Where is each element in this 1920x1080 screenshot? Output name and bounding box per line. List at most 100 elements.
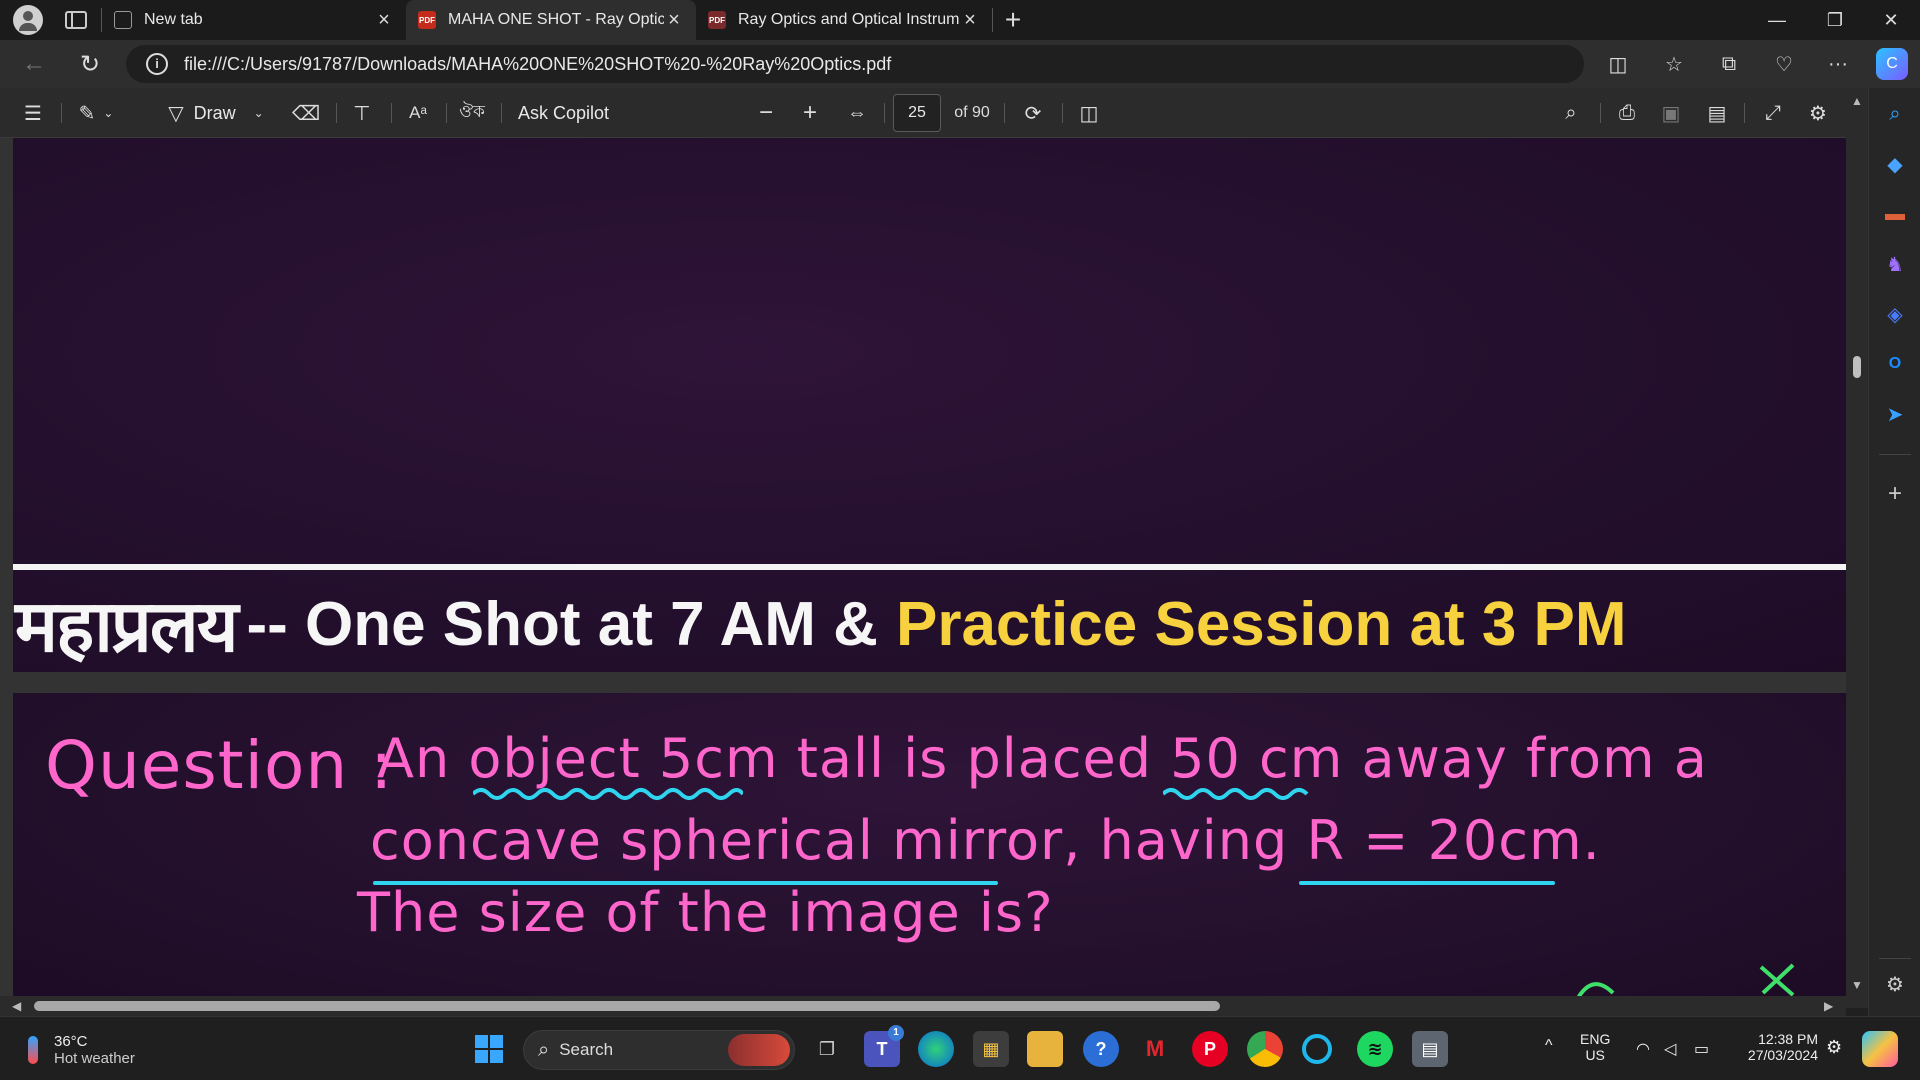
vertical-scroll-thumb[interactable]	[1853, 356, 1861, 378]
url-text[interactable]: file:///C:/Users/91787/Downloads/MAHA%20…	[184, 54, 891, 75]
edge-icon[interactable]	[918, 1031, 954, 1067]
refresh-icon[interactable]: ↻	[74, 48, 106, 80]
battery-icon[interactable]: ▭	[1694, 1039, 1709, 1059]
zoom-out-icon[interactable]: −	[752, 88, 780, 138]
zoom-in-icon[interactable]: +	[796, 88, 824, 138]
ask-copilot-button[interactable]: Ask Copilot	[518, 88, 618, 138]
sidebar-outlook-icon[interactable]: O	[1881, 350, 1909, 378]
favorites-icon[interactable]: ☆	[1658, 48, 1690, 80]
sidebar-games-icon[interactable]: ♞	[1881, 250, 1909, 278]
alexa-icon[interactable]	[1302, 1034, 1332, 1064]
scroll-right-arrow-icon[interactable]: ▶	[1824, 999, 1833, 1013]
profile-avatar[interactable]	[13, 5, 43, 35]
new-tab-button[interactable]: +	[993, 4, 1033, 36]
settings-gear-icon[interactable]: ⚙	[1803, 88, 1833, 138]
draw-button[interactable]: ▽ Draw ⌄	[156, 88, 276, 138]
taskbar-search[interactable]: ⌕ Search	[523, 1030, 795, 1070]
highlight-icon[interactable]: ✎ ⌄	[72, 88, 120, 138]
close-tab-icon[interactable]: ×	[960, 9, 980, 32]
wifi-icon[interactable]: ◠	[1636, 1039, 1650, 1059]
pdf-viewer[interactable]: महाप्रलय -- One Shot at 7 AM & Practice …	[0, 138, 1868, 1008]
close-window-button[interactable]: ✕	[1862, 0, 1920, 40]
teams-icon[interactable]: T 1	[864, 1025, 904, 1067]
clock[interactable]: 12:38 PM 27/03/2024	[1734, 1031, 1818, 1063]
question-line-2: concave spherical mirror, having R = 20c…	[370, 809, 1601, 872]
tab-title: MAHA ONE SHOT - Ray Optics.p	[448, 11, 664, 28]
tab-title: Ray Optics and Optical Instrumer	[738, 11, 960, 28]
pinterest-icon[interactable]: P	[1192, 1031, 1228, 1067]
volume-icon[interactable]: ◁	[1664, 1039, 1676, 1059]
search-icon[interactable]: ⌕	[1556, 88, 1586, 138]
vertical-scrollbar[interactable]: ▲ ▼	[1846, 88, 1868, 1008]
page-number-input[interactable]: 25	[893, 94, 941, 132]
edge-sidebar: ⌕ ◆ ▬ ♞ ◈ O ➤ + ⚙	[1868, 88, 1920, 1016]
horizontal-scrollbar[interactable]: ◀ ▶	[0, 996, 1846, 1016]
restore-button[interactable]: ❐	[1806, 0, 1864, 40]
sidebar-divider	[1879, 958, 1911, 959]
chrome-icon[interactable]	[1247, 1031, 1283, 1067]
tab-ray-optics[interactable]: PDF Ray Optics and Optical Instrumer ×	[696, 0, 992, 40]
notifications-icon[interactable]: ⚙	[1826, 1037, 1842, 1058]
sidebar-microsoft365-icon[interactable]: ◈	[1881, 300, 1909, 328]
weather-widget[interactable]: 36°C Hot weather	[28, 1033, 135, 1067]
more-options-icon[interactable]: ···	[1822, 48, 1854, 80]
toolbar-divider	[336, 103, 337, 123]
chevron-down-icon: ⌄	[253, 106, 264, 120]
mcafee-icon[interactable]: M	[1137, 1031, 1173, 1067]
url-field[interactable]: i file:///C:/Users/91787/Downloads/MAHA%…	[126, 45, 1584, 83]
close-tab-icon[interactable]: ×	[664, 9, 684, 32]
calculator-icon[interactable]: ▤	[1412, 1031, 1448, 1067]
toolbar-divider	[391, 103, 392, 123]
underline-radius	[1299, 881, 1555, 885]
sidebar-tools-icon[interactable]: ▬	[1881, 200, 1909, 228]
read-aloud-icon[interactable]: Aᵃ	[402, 88, 434, 138]
page-view-icon[interactable]: ◫	[1074, 88, 1104, 138]
sidebar-drop-icon[interactable]: ➤	[1881, 400, 1909, 428]
copilot-taskbar-icon[interactable]	[1862, 1031, 1898, 1067]
sidebar-shopping-icon[interactable]: ◆	[1881, 150, 1909, 178]
question-line-1: An object 5cm tall is placed 50 cm away …	[377, 727, 1708, 790]
tab-maha-one-shot[interactable]: PDF MAHA ONE SHOT - Ray Optics.p ×	[406, 0, 696, 40]
scroll-left-arrow-icon[interactable]: ◀	[12, 999, 21, 1013]
task-view-icon[interactable]: ❐	[809, 1031, 845, 1067]
search-highlight-icon	[728, 1034, 790, 1066]
collections-icon[interactable]: ⧉	[1713, 48, 1745, 80]
save-icon[interactable]: ▣	[1656, 88, 1686, 138]
file-explorer-icon[interactable]	[1027, 1031, 1063, 1067]
split-screen-icon[interactable]: ◫	[1602, 48, 1634, 80]
translate-icon[interactable]: ঔক	[456, 88, 488, 138]
sidebar-settings-gear-icon[interactable]: ⚙	[1881, 970, 1909, 998]
save-as-icon[interactable]: ▤	[1702, 88, 1732, 138]
get-help-icon[interactable]: ?	[1083, 1031, 1119, 1067]
windows-start-icon[interactable]	[471, 1031, 507, 1067]
toolbar-divider	[1004, 103, 1005, 123]
minimize-button[interactable]: —	[1748, 0, 1806, 40]
scroll-down-arrow-icon[interactable]: ▼	[1851, 978, 1863, 992]
text-box-icon[interactable]: ⊤	[346, 88, 378, 138]
slide-current: Question : An object 5cm tall is placed …	[13, 693, 1846, 1008]
tab-actions-icon[interactable]	[65, 11, 87, 29]
browser-essentials-icon[interactable]: ♡	[1768, 48, 1800, 80]
microsoft-store-icon[interactable]: ▦	[973, 1031, 1009, 1067]
spotify-icon[interactable]: ≋	[1357, 1031, 1393, 1067]
fullscreen-icon[interactable]: ⤢	[1758, 88, 1788, 138]
back-arrow-icon[interactable]: ←	[18, 48, 50, 80]
fit-to-width-icon[interactable]: ⇔	[842, 88, 872, 138]
horizontal-scroll-thumb[interactable]	[34, 1001, 1220, 1011]
teams-badge: 1	[888, 1025, 904, 1041]
show-hidden-icons-icon[interactable]: ^	[1545, 1037, 1553, 1055]
close-tab-icon[interactable]: ×	[374, 9, 394, 32]
tab-new-tab[interactable]: New tab ×	[102, 0, 406, 40]
scroll-up-arrow-icon[interactable]: ▲	[1851, 94, 1863, 108]
contents-icon[interactable]: ☰	[18, 88, 48, 138]
eraser-icon[interactable]: ⌫	[290, 88, 322, 138]
info-icon[interactable]: i	[146, 53, 168, 75]
print-icon[interactable]: ⎙	[1612, 88, 1642, 138]
copilot-icon[interactable]: C	[1876, 48, 1908, 80]
rotate-icon[interactable]: ⟳	[1018, 88, 1048, 138]
sidebar-search-icon[interactable]: ⌕	[1881, 100, 1909, 128]
sidebar-add-icon[interactable]: +	[1881, 480, 1909, 508]
language-indicator[interactable]: ENG US	[1580, 1031, 1610, 1063]
banner-one-shot-text: -- One Shot at 7 AM &	[246, 589, 878, 659]
underline-concave-mirror	[373, 881, 998, 885]
